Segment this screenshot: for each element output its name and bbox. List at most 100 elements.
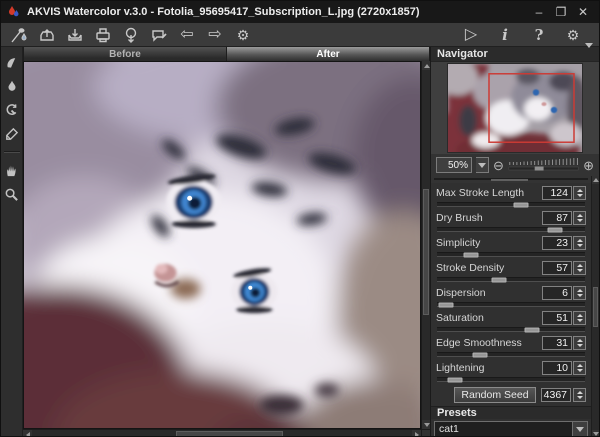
batch-processing-icon[interactable]: ⚙ [231, 24, 255, 46]
run-button[interactable]: ▷ [459, 24, 483, 46]
print-button[interactable] [91, 24, 115, 46]
zoom-out-icon[interactable]: ⊖ [493, 159, 504, 172]
param-slider[interactable] [437, 377, 585, 382]
navigator-collapse-icon[interactable] [585, 48, 593, 60]
close-button[interactable]: ✕ [573, 4, 593, 20]
param-value-input[interactable] [542, 336, 572, 350]
save-image-button[interactable] [63, 24, 87, 46]
param-value-input[interactable] [542, 236, 572, 250]
import-button[interactable] [119, 24, 143, 46]
navigator-preview-area [431, 62, 599, 154]
param-slider[interactable] [437, 252, 585, 257]
slider-handle[interactable] [548, 227, 563, 232]
seed-stepper[interactable] [573, 388, 586, 402]
zoom-slider-thumb[interactable] [535, 167, 544, 171]
vertical-scroll-thumb[interactable] [423, 189, 429, 315]
param-label: Saturation [436, 312, 542, 324]
navigator-horizontal-scrollbar[interactable] [434, 178, 588, 180]
param-row: Stroke Density [431, 259, 591, 282]
zoom-in-icon[interactable]: ⊕ [583, 159, 594, 172]
param-value-input[interactable] [542, 361, 572, 375]
panel-scroll-down-icon[interactable] [592, 430, 600, 437]
slider-handle[interactable] [514, 202, 529, 207]
open-image-button[interactable] [35, 24, 59, 46]
slider-handle[interactable] [447, 377, 462, 382]
param-value-input[interactable] [542, 211, 572, 225]
presets-header: Presets [431, 406, 591, 419]
param-stepper[interactable] [573, 336, 586, 350]
seed-row: Random Seed [431, 384, 591, 406]
param-slider[interactable] [437, 302, 585, 307]
param-slider[interactable] [437, 202, 585, 207]
param-slider[interactable] [437, 327, 585, 332]
tab-after[interactable]: After [227, 47, 429, 61]
redo-icon[interactable]: ⇨ [203, 24, 227, 46]
navigator-header: Navigator [431, 47, 599, 62]
undo-icon[interactable]: ⇦ [175, 24, 199, 46]
app-logo-icon [7, 5, 21, 19]
presets-title: Presets [437, 407, 477, 419]
param-row: Saturation [431, 309, 591, 332]
hand-tool-icon[interactable] [2, 160, 22, 180]
param-stepper[interactable] [573, 236, 586, 250]
view-tabs: Before After [23, 47, 430, 61]
param-slider[interactable] [437, 277, 585, 282]
share-button[interactable] [147, 24, 171, 46]
param-value-input[interactable] [542, 186, 572, 200]
zoom-value-box[interactable]: 50% [436, 157, 472, 173]
scroll-right-icon[interactable] [412, 430, 421, 437]
param-label: Edge Smoothness [436, 337, 542, 349]
param-slider[interactable] [437, 352, 585, 357]
panel-scroll-thumb[interactable] [593, 287, 598, 326]
panel-vertical-scrollbar[interactable] [591, 176, 599, 437]
param-value-input[interactable] [542, 286, 572, 300]
random-seed-button[interactable]: Random Seed [454, 387, 536, 403]
maximize-button[interactable]: ❐ [551, 4, 571, 20]
blur-tool-icon[interactable] [2, 76, 22, 96]
param-stepper[interactable] [573, 361, 586, 375]
param-stepper[interactable] [573, 186, 586, 200]
zoom-tool-icon[interactable] [2, 184, 22, 204]
slider-handle[interactable] [492, 277, 507, 282]
about-button[interactable]: i [493, 24, 517, 46]
param-value-input[interactable] [542, 261, 572, 275]
horizontal-scroll-thumb[interactable] [176, 431, 282, 437]
parameters-panel: Max Stroke Length Dry Brush [431, 183, 591, 406]
param-value-input[interactable] [542, 311, 572, 325]
param-stepper[interactable] [573, 211, 586, 225]
param-stepper[interactable] [573, 261, 586, 275]
param-row: Dry Brush [431, 209, 591, 232]
zoom-dropdown-icon[interactable] [476, 157, 489, 173]
akvis-logo-icon [7, 24, 31, 46]
scrollbar-corner [421, 430, 430, 437]
toolbar: ⇦ ⇨ ⚙ ▷ i ? ⚙ [1, 23, 599, 47]
tab-before[interactable]: Before [24, 47, 226, 61]
tool-palette [1, 47, 23, 437]
seed-value-input[interactable] [541, 388, 571, 402]
preferences-button[interactable]: ⚙ [561, 24, 585, 46]
watercolor-cat-artwork [24, 62, 420, 428]
slider-handle[interactable] [524, 327, 539, 332]
slider-handle[interactable] [438, 302, 453, 307]
param-stepper[interactable] [573, 286, 586, 300]
canvas-after-image[interactable] [23, 61, 421, 429]
slider-handle[interactable] [464, 252, 479, 257]
canvas-horizontal-scrollbar[interactable] [23, 429, 430, 437]
param-stepper[interactable] [573, 311, 586, 325]
help-button[interactable]: ? [527, 24, 551, 46]
preset-dropdown-icon[interactable] [573, 421, 588, 437]
navigator-thumbnail[interactable] [448, 64, 582, 152]
panel-scroll-up-icon[interactable] [592, 176, 600, 184]
param-slider[interactable] [437, 227, 585, 232]
canvas-vertical-scrollbar[interactable] [421, 61, 430, 429]
eraser-tool-icon[interactable] [2, 124, 22, 144]
zoom-slider[interactable] [508, 157, 579, 173]
navigator-title: Navigator [437, 48, 488, 60]
minimize-button[interactable]: – [529, 4, 549, 20]
scroll-left-icon[interactable] [23, 430, 32, 437]
history-brush-tool-icon[interactable] [2, 100, 22, 120]
navigator-scroll-thumb[interactable] [491, 179, 527, 181]
smudge-tool-icon[interactable] [2, 52, 22, 72]
slider-handle[interactable] [472, 352, 487, 357]
preset-select[interactable]: cat1 [434, 421, 573, 437]
